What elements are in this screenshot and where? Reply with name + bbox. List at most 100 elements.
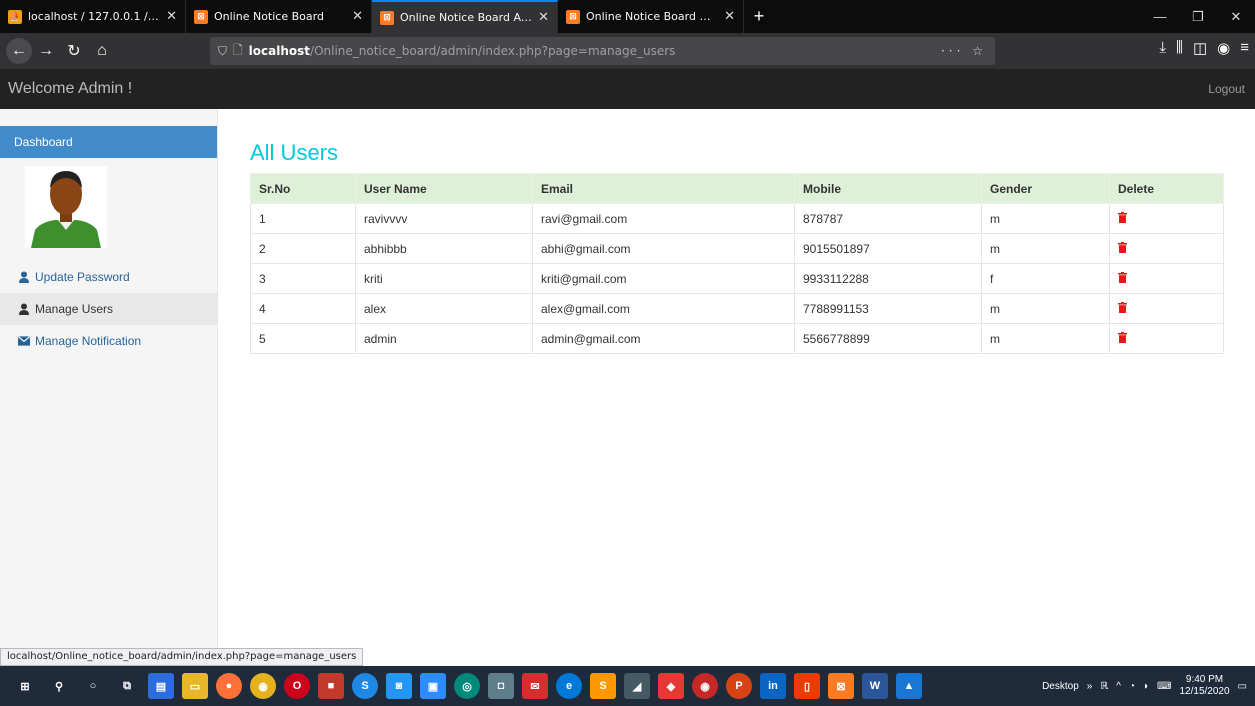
- linkedin-icon[interactable]: in: [760, 673, 786, 699]
- record-icon[interactable]: ◉: [692, 673, 718, 699]
- forward-button[interactable]: →: [32, 37, 60, 65]
- column-header-gender: Gender: [981, 173, 1110, 204]
- home-icon[interactable]: ⌂: [88, 37, 116, 65]
- cortana-icon[interactable]: ○: [80, 673, 106, 699]
- reload-button[interactable]: ↻: [60, 37, 88, 65]
- cell-delete: [1109, 203, 1224, 234]
- cell-gender: m: [981, 203, 1110, 234]
- people-icon[interactable]: ℝ: [1100, 681, 1108, 692]
- trash-icon[interactable]: [1118, 241, 1127, 253]
- cell-mobile: 7788991153: [794, 293, 982, 324]
- close-icon[interactable]: ✕: [352, 9, 363, 24]
- xampp-icon: ⊠: [380, 10, 394, 25]
- logout-link[interactable]: Logout: [1208, 82, 1245, 96]
- clock[interactable]: 9:40 PM 12/15/2020: [1179, 674, 1229, 698]
- powerpoint-icon[interactable]: P: [726, 673, 752, 699]
- restore-icon[interactable]: ❐: [1179, 9, 1217, 25]
- camera-icon[interactable]: ◘: [488, 673, 514, 699]
- envelope-icon: [18, 335, 30, 347]
- browser-toolbar: ⤓ ⫼ ◫ ◉ ≡: [1159, 39, 1249, 57]
- cell-gender: m: [981, 293, 1110, 324]
- cell-username: kriti: [355, 263, 533, 294]
- desktop-label[interactable]: Desktop: [1042, 681, 1079, 692]
- menu-icon[interactable]: ≡: [1240, 39, 1249, 57]
- url-path: /Online_notice_board/admin/index.php?pag…: [310, 44, 676, 58]
- new-tab-button[interactable]: +: [744, 0, 774, 33]
- trash-icon[interactable]: [1118, 301, 1127, 313]
- sidebar-item-manage-users[interactable]: Manage Users: [0, 293, 217, 325]
- clock-date: 12/15/2020: [1179, 686, 1230, 697]
- tab-label: Online Notice Board Admin Da: [400, 11, 532, 24]
- sidebar-item-manage-notification[interactable]: Manage Notification: [0, 325, 217, 357]
- chrome-icon[interactable]: ◉: [250, 673, 276, 699]
- address-bar[interactable]: ⛉ 🗋 localhost/Online_notice_board/admin/…: [210, 37, 995, 65]
- close-window-icon[interactable]: ✕: [1217, 9, 1255, 25]
- sidebar-icon[interactable]: ◫: [1193, 39, 1207, 57]
- account-icon[interactable]: ◉: [1217, 39, 1230, 57]
- main-content: All Users Sr.No User Name Email Mobile G…: [250, 140, 1225, 354]
- close-icon[interactable]: ✕: [166, 9, 177, 24]
- opera-icon[interactable]: O: [284, 673, 310, 699]
- download-icon[interactable]: ⤓: [1159, 39, 1166, 57]
- edge-icon[interactable]: e: [556, 673, 582, 699]
- messenger-icon[interactable]: ◙: [386, 673, 412, 699]
- trash-icon[interactable]: [1118, 271, 1127, 283]
- app-icon[interactable]: ◆: [658, 673, 684, 699]
- sidebar-item-dashboard[interactable]: Dashboard: [0, 126, 217, 158]
- network-icon[interactable]: ◔: [1129, 681, 1135, 692]
- keyboard-icon[interactable]: ⌨: [1157, 681, 1171, 692]
- word-icon[interactable]: W: [862, 673, 888, 699]
- browser-tab-strip: ⛵ localhost / 127.0.0.1 / online_n ✕ ⊠ O…: [0, 0, 1255, 33]
- trash-icon[interactable]: [1118, 331, 1127, 343]
- cell-delete: [1109, 263, 1224, 294]
- page-actions-icon[interactable]: ··· ☆: [941, 44, 987, 58]
- sublime-icon[interactable]: S: [590, 673, 616, 699]
- back-button[interactable]: ←: [6, 38, 32, 64]
- library-icon[interactable]: ⫼: [1176, 39, 1183, 57]
- chevron-icon[interactable]: »: [1087, 681, 1093, 692]
- tray-expand-icon[interactable]: ^: [1116, 681, 1121, 692]
- trash-icon[interactable]: [1118, 211, 1127, 223]
- office-icon[interactable]: ▯: [794, 673, 820, 699]
- firefox-icon[interactable]: ●: [216, 673, 242, 699]
- browser-tab-notice-board[interactable]: ⊠ Online Notice Board ✕: [186, 0, 372, 33]
- user-icon: [18, 303, 30, 315]
- windows-start-icon[interactable]: ⊞: [12, 673, 38, 699]
- sidebar-item-label: Update Password: [35, 270, 130, 284]
- column-header-srno: Sr.No: [250, 173, 356, 204]
- cell-email: abhi@gmail.com: [532, 233, 795, 264]
- close-icon[interactable]: ✕: [724, 9, 735, 24]
- cell-delete: [1109, 323, 1224, 354]
- cell-mobile: 5566778899: [794, 323, 982, 354]
- skype-icon[interactable]: S: [352, 673, 378, 699]
- xampp-icon[interactable]: ⊠: [828, 673, 854, 699]
- table-row: 5 admin admin@gmail.com 5566778899 m: [250, 323, 1224, 354]
- store-icon[interactable]: ▤: [148, 673, 174, 699]
- minimize-icon[interactable]: —: [1141, 9, 1179, 24]
- window-controls: — ❐ ✕: [1141, 0, 1255, 33]
- sidebar-item-update-password[interactable]: Update Password: [0, 261, 217, 293]
- search-icon[interactable]: ⚲: [46, 673, 72, 699]
- app-icon[interactable]: ■: [318, 673, 344, 699]
- browser-tab-user-dashboard[interactable]: ⊠ Online Notice Board User Dash ✕: [558, 0, 744, 33]
- column-header-mobile: Mobile: [794, 173, 982, 204]
- windows-taskbar: ⊞ ⚲ ○ ⧉ ▤ ▭ ● ◉ O ■ S ◙ ▣ ◎ ◘ ✉ e S ◢ ◆ …: [0, 666, 1255, 706]
- cell-mobile: 878787: [794, 203, 982, 234]
- app-icon[interactable]: ◎: [454, 673, 480, 699]
- browser-tab-phpmyadmin[interactable]: ⛵ localhost / 127.0.0.1 / online_n ✕: [0, 0, 186, 33]
- photos-icon[interactable]: ▲: [896, 673, 922, 699]
- notifications-icon[interactable]: ▭: [1238, 681, 1247, 692]
- app-icon[interactable]: ◢: [624, 673, 650, 699]
- file-explorer-icon[interactable]: ▭: [182, 673, 208, 699]
- task-view-icon[interactable]: ⧉: [114, 673, 140, 699]
- cell-username: alex: [355, 293, 533, 324]
- browser-tab-admin-dashboard[interactable]: ⊠ Online Notice Board Admin Da ✕: [372, 0, 558, 33]
- cell-delete: [1109, 293, 1224, 324]
- close-icon[interactable]: ✕: [538, 10, 549, 25]
- zoom-icon[interactable]: ▣: [420, 673, 446, 699]
- cell-srno: 2: [250, 233, 356, 264]
- volume-icon[interactable]: ◗: [1143, 681, 1149, 692]
- mail-icon[interactable]: ✉: [522, 673, 548, 699]
- system-tray: Desktop » ℝ ^ ◔ ◗ ⌨ 9:40 PM 12/15/2020 ▭: [1042, 674, 1255, 698]
- cell-gender: f: [981, 263, 1110, 294]
